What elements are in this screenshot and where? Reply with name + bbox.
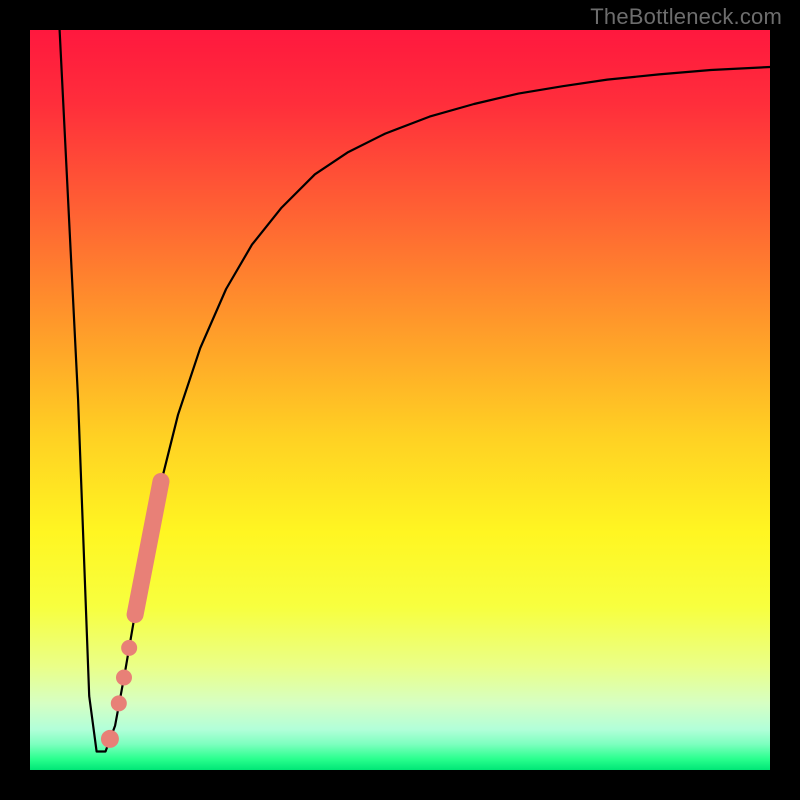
chart-frame: TheBottleneck.com [0, 0, 800, 800]
watermark-text: TheBottleneck.com [590, 4, 782, 30]
marker-dot [101, 730, 119, 748]
marker-dot [116, 670, 132, 686]
marker-dot [111, 695, 127, 711]
marker-group [101, 481, 161, 748]
curve-layer [30, 30, 770, 770]
bottleneck-curve [60, 30, 770, 752]
plot-area [30, 30, 770, 770]
marker-dot [121, 640, 137, 656]
marker-capsule [135, 481, 161, 614]
